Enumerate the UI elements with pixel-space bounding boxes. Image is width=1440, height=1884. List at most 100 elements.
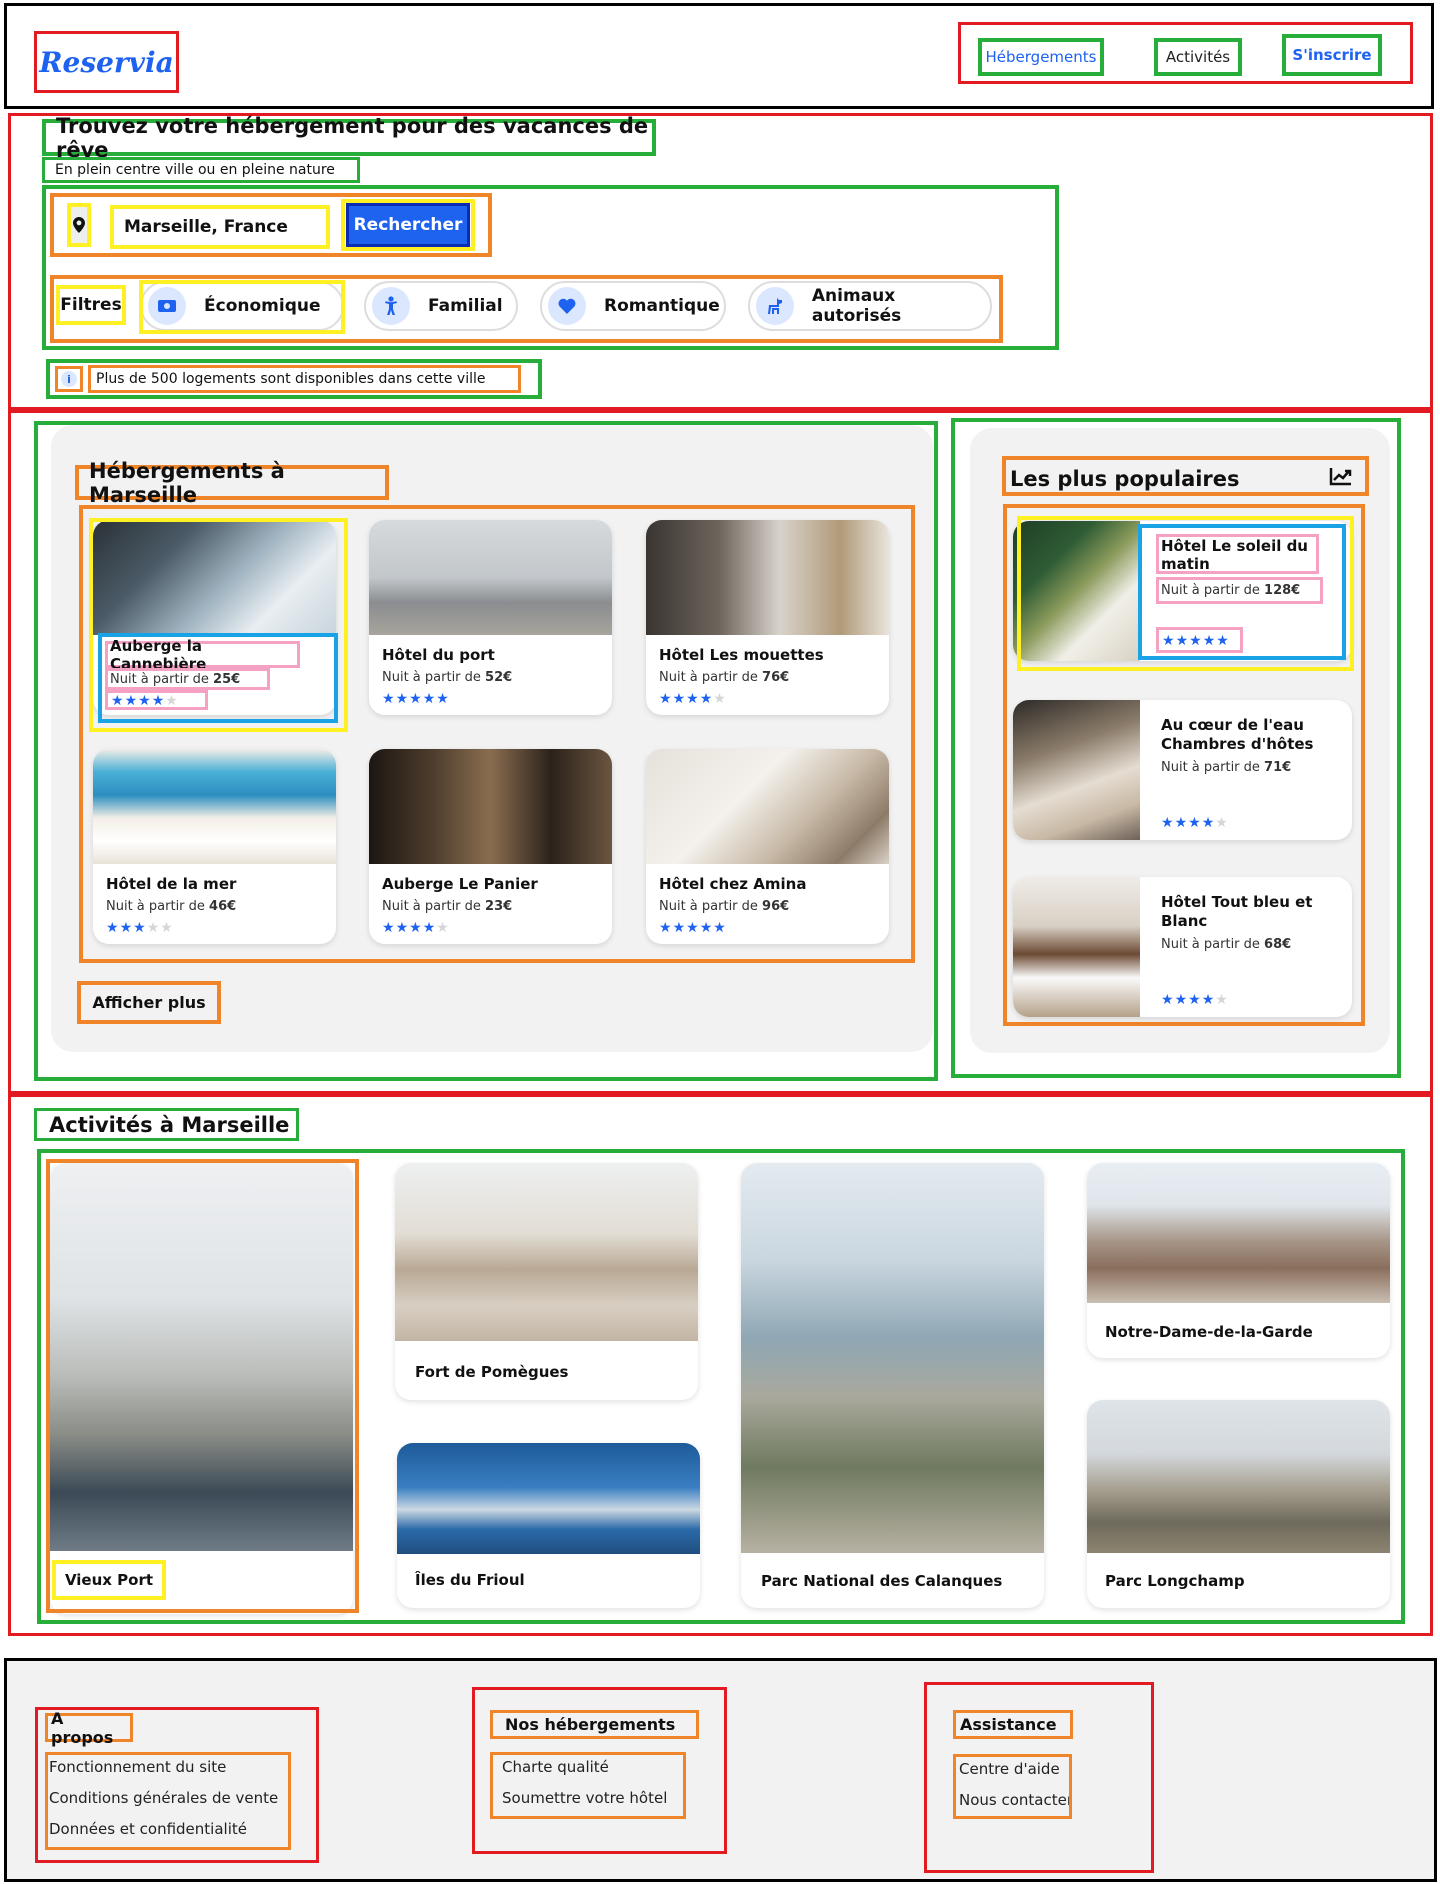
activity-title[interactable]: Parc National des Calanques [761, 1572, 1002, 1590]
hotel-photo [369, 520, 612, 635]
price-prefix: Nuit à partir de [110, 671, 214, 687]
footer-link[interactable]: Centre d'aide [959, 1760, 1060, 1778]
popular-price-value: 71€ [1264, 760, 1292, 775]
show-more-label[interactable]: Afficher plus [92, 993, 205, 1012]
filter-romantique[interactable]: Romantique [540, 281, 726, 331]
popular-price: 128€ [1264, 583, 1301, 598]
star-filled-icon: ★ [422, 920, 437, 936]
search-input-value[interactable]: Marseille, France [124, 217, 288, 237]
logo[interactable]: Reservia [39, 46, 173, 79]
star-filled-icon: ★ [1174, 992, 1189, 1008]
popular-photo [1013, 700, 1140, 840]
hotel-name[interactable]: Hôtel chez Amina [659, 875, 806, 893]
nav-activites[interactable]: Activités [1154, 38, 1242, 76]
footer-link[interactable]: Fonctionnement du site [49, 1758, 226, 1776]
activity-photo [1087, 1400, 1390, 1553]
hotel-price: 25€ [213, 671, 241, 687]
hotel-name[interactable]: Hôtel de la mer [106, 875, 236, 893]
star-filled-icon: ★ [124, 693, 139, 709]
nav-inscrire-label[interactable]: S'inscrire [1292, 46, 1371, 64]
trend-chart-icon [1329, 466, 1353, 490]
popular-stars: ★★★★★ [1161, 816, 1229, 830]
filters-label: Filtres [60, 295, 122, 315]
star-filled-icon: ★ [106, 920, 120, 936]
filter-label[interactable]: Romantique [604, 296, 720, 316]
popular-stars-box: ★★★★★ [1156, 627, 1243, 653]
filter-label[interactable]: Familial [428, 296, 503, 316]
activity-title[interactable]: Parc Longchamp [1105, 1572, 1245, 1590]
popular-card[interactable]: Au cœur de l'eau Chambres d'hôtes Nuit à… [1013, 700, 1352, 840]
activity-card[interactable]: Parc Longchamp [1087, 1400, 1390, 1608]
child-icon [372, 287, 410, 325]
activity-title[interactable]: Fort de Pomègues [415, 1363, 569, 1381]
activity-card[interactable]: Fort de Pomègues [395, 1163, 698, 1400]
filter-label[interactable]: Animaux autorisés [812, 286, 990, 326]
nav-inscrire[interactable]: S'inscrire [1282, 34, 1382, 76]
filter-economique-outline [139, 280, 345, 334]
hotel-photo [93, 749, 336, 864]
logo-box[interactable]: Reservia [34, 31, 179, 93]
popular-name[interactable]: Hôtel Le soleil du matin [1161, 537, 1308, 573]
hotel-card[interactable]: Auberge Le Panier Nuit à partir de 23€ ★… [369, 749, 612, 944]
footer-link[interactable]: Nous contacter [959, 1791, 1069, 1809]
footer-link[interactable]: Conditions générales de vente [49, 1789, 278, 1807]
hotel-card[interactable]: Hôtel chez Amina Nuit à partir de 96€ ★★… [646, 749, 889, 944]
hotel-card[interactable]: Hôtel de la mer Nuit à partir de 46€ ★★★… [93, 749, 336, 944]
popular-card[interactable]: Hôtel Tout bleu et Blanc Nuit à partir d… [1013, 877, 1352, 1017]
search-input[interactable]: Marseille, France [110, 205, 330, 249]
search-button[interactable]: Rechercher [346, 203, 470, 247]
footer-link[interactable]: Soumettre votre hôtel [502, 1789, 667, 1807]
star-empty-icon: ★ [146, 920, 161, 936]
price-prefix: Nuit à partir de [382, 670, 486, 685]
activity-title[interactable]: Vieux Port [65, 1571, 153, 1589]
footer-about-title: A propos [51, 1708, 114, 1747]
activity-title[interactable]: Notre-Dame-de-la-Garde [1105, 1323, 1313, 1341]
activity-card[interactable]: Notre-Dame-de-la-Garde [1087, 1163, 1390, 1358]
footer-link[interactable]: Charte qualité [502, 1758, 609, 1776]
hotel-price-value: 23€ [485, 899, 513, 914]
activities-title: Activités à Marseille [49, 1112, 290, 1137]
show-more-button[interactable]: Afficher plus [77, 981, 221, 1024]
activity-card[interactable]: Îles du Frioul [397, 1443, 700, 1608]
info-text-box: Plus de 500 logements sont disponibles d… [88, 365, 521, 393]
hotel-stars: ★★★★★ [382, 921, 450, 935]
activity-title-box: Vieux Port [52, 1560, 166, 1600]
star-filled-icon: ★ [133, 920, 147, 936]
hotel-card[interactable]: Hôtel Les mouettes Nuit à partir de 76€ … [646, 520, 889, 715]
hotel-photo [646, 520, 889, 635]
hotel-stars: ★★★★★ [382, 692, 450, 706]
activity-card-highlight [46, 1159, 359, 1613]
star-filled-icon: ★ [409, 920, 423, 936]
nav-activites-label[interactable]: Activités [1166, 48, 1230, 66]
star-filled-icon: ★ [1162, 633, 1176, 649]
star-filled-icon: ★ [1175, 633, 1190, 649]
footer-hebergements-title: Nos hébergements [505, 1715, 676, 1734]
activity-card[interactable]: Parc National des Calanques [741, 1163, 1044, 1608]
footer-hebergements-title-box: Nos hébergements [490, 1710, 699, 1739]
hotel-price-value: 76€ [762, 670, 790, 685]
hotel-stars-box: ★★★★★ [105, 690, 208, 710]
star-filled-icon: ★ [382, 691, 396, 707]
nav-hebergements-label[interactable]: Hébergements [986, 48, 1097, 66]
hotel-stars: ★★★★★ [659, 921, 727, 935]
hotel-name-box: Auberge la Cannebière [105, 637, 300, 673]
hotel-name[interactable]: Hôtel du port [382, 646, 495, 664]
hotel-card[interactable]: Hôtel du port Nuit à partir de 52€ ★★★★★ [369, 520, 612, 715]
hotel-price: Nuit à partir de 46€ [106, 899, 236, 914]
filter-animaux[interactable]: Animaux autorisés [748, 281, 992, 331]
hotel-price: Nuit à partir de 23€ [382, 899, 512, 914]
hotel-name[interactable]: Auberge Le Panier [382, 875, 538, 893]
popular-name[interactable]: Hôtel Tout bleu et Blanc [1161, 893, 1341, 931]
hotel-name[interactable]: Hôtel Les mouettes [659, 646, 824, 664]
star-filled-icon: ★ [382, 920, 396, 936]
footer-link[interactable]: Données et confidentialité [49, 1820, 247, 1838]
nav-hebergements[interactable]: Hébergements [978, 38, 1104, 76]
star-filled-icon: ★ [422, 691, 437, 707]
search-button-label[interactable]: Rechercher [354, 215, 463, 235]
price-prefix: Nuit à partir de [659, 899, 763, 914]
popular-price: Nuit à partir de 68€ [1161, 937, 1291, 952]
popular-name[interactable]: Au cœur de l'eau Chambres d'hôtes [1161, 716, 1341, 754]
activity-title[interactable]: Îles du Frioul [415, 1571, 525, 1589]
filter-familial[interactable]: Familial [364, 281, 518, 331]
star-filled-icon: ★ [699, 920, 714, 936]
